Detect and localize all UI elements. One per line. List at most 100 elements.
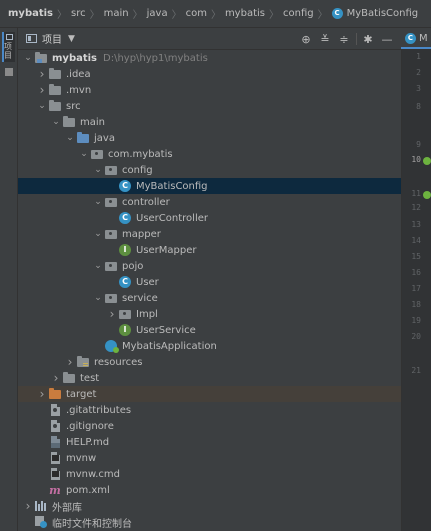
chevron-down-icon[interactable]: ⌄ [92, 261, 104, 271]
tree-node[interactable]: ⌄ main [18, 114, 401, 130]
chevron-right-icon[interactable]: › [106, 307, 118, 321]
line-number: 2 [416, 68, 421, 77]
excluded-folder-icon [48, 387, 62, 401]
chevron-down-icon[interactable]: ⌄ [36, 101, 48, 111]
breadcrumb-separator: 〉 [317, 10, 328, 21]
chevron-down-icon[interactable]: ⌄ [50, 117, 62, 127]
tree-node[interactable]: .gitattributes [18, 402, 401, 418]
chevron-down-icon[interactable]: ⌄ [92, 229, 104, 239]
tree-node[interactable]: I UserMapper [18, 242, 401, 258]
tree-node-label: UserController [136, 212, 208, 224]
chevron-right-icon[interactable]: › [64, 355, 76, 369]
tree-node-label: mapper [122, 228, 161, 240]
chevron-right-icon[interactable]: › [22, 499, 34, 513]
tree-node[interactable]: › resources [18, 354, 401, 370]
expand-all-icon[interactable]: ≚ [317, 31, 333, 47]
package-icon [104, 291, 118, 305]
package-icon [104, 163, 118, 177]
panel-title[interactable]: 项目 [42, 31, 62, 46]
tree-node[interactable]: C User [18, 274, 401, 290]
line-number: 1 [416, 52, 421, 61]
tree-node[interactable]: › test [18, 370, 401, 386]
chevron-right-icon[interactable]: › [36, 387, 48, 401]
tree-node-label: UserMapper [136, 244, 197, 256]
markdown-file-icon [48, 435, 62, 449]
class-icon: C [118, 211, 132, 225]
tree-node[interactable]: › 外部库 [18, 498, 401, 514]
view-mode-dropdown-icon[interactable]: ▼ [68, 34, 75, 44]
tree-node[interactable]: mvnw.cmd [18, 466, 401, 482]
tree-node[interactable]: ⌄ controller [18, 194, 401, 210]
locate-icon[interactable]: ⊕ [298, 31, 314, 47]
package-icon [104, 195, 118, 209]
breadcrumb-item[interactable]: java [147, 8, 168, 19]
tree-node[interactable]: ⌄ config [18, 162, 401, 178]
tree-node[interactable]: C UserController [18, 210, 401, 226]
breadcrumb-separator: 〉 [57, 10, 68, 21]
tree-node[interactable]: C MyBatisConfig [18, 178, 401, 194]
tree-node-label: mybatis [52, 52, 98, 64]
chevron-down-icon[interactable]: ⌄ [78, 149, 90, 159]
folder-icon [62, 371, 76, 385]
tree-node-label: target [66, 388, 97, 400]
tree-node[interactable]: ⌄ com.mybatis [18, 146, 401, 162]
chevron-down-icon[interactable]: ⌄ [22, 53, 34, 63]
tree-node[interactable]: m pom.xml [18, 482, 401, 498]
editor-tab[interactable]: C M [401, 28, 431, 50]
tree-node-label: User [136, 276, 159, 288]
settings-gear-icon[interactable]: ✱ [360, 31, 376, 47]
spring-bean-gutter-icon[interactable] [423, 157, 431, 165]
tree-node[interactable]: ⌄ service [18, 290, 401, 306]
chevron-right-icon[interactable]: › [36, 67, 48, 81]
tree-node[interactable]: ⌄ java [18, 130, 401, 146]
tree-node[interactable]: ⌄ mybatis D:\hyp\hyp1\mybatis [18, 50, 401, 66]
chevron-down-icon[interactable]: ⌄ [92, 293, 104, 303]
source-folder-icon [76, 131, 90, 145]
breadcrumb-item[interactable]: com [186, 8, 207, 19]
project-tool-window-tab[interactable]: 项目 [2, 32, 15, 62]
chevron-down-icon[interactable]: ⌄ [92, 197, 104, 207]
structure-tool-icon[interactable] [5, 68, 13, 76]
chevron-right-icon[interactable]: › [50, 371, 62, 385]
chevron-down-icon[interactable]: ⌄ [64, 133, 76, 143]
class-icon: C [331, 8, 343, 19]
breadcrumb-item[interactable]: MyBatisConfig [347, 8, 419, 19]
line-number: 9 [416, 140, 421, 149]
hide-icon[interactable]: — [379, 31, 395, 47]
chevron-down-icon[interactable]: ⌄ [92, 165, 104, 175]
line-number: 18 [411, 300, 421, 309]
tree-node[interactable]: ⌄ src [18, 98, 401, 114]
breadcrumb-item[interactable]: mybatis [8, 8, 53, 19]
tree-node-label: .mvn [66, 84, 92, 96]
breadcrumb-item[interactable]: src [71, 8, 86, 19]
chevron-right-icon[interactable]: › [36, 83, 48, 97]
breadcrumb-item[interactable]: config [283, 8, 314, 19]
tree-node-label: config [122, 164, 153, 176]
tree-node[interactable]: HELP.md [18, 434, 401, 450]
package-icon [104, 227, 118, 241]
tree-node-label: mvnw.cmd [66, 468, 121, 480]
tree-node[interactable]: › Impl [18, 306, 401, 322]
breadcrumb-item[interactable]: main [104, 8, 129, 19]
tree-node[interactable]: › target [18, 386, 401, 402]
line-number: 17 [411, 284, 421, 293]
tree-node-label: MybatisApplication [122, 340, 217, 352]
tree-node[interactable]: ⌄ mapper [18, 226, 401, 242]
tree-node[interactable]: › .idea [18, 66, 401, 82]
tree-node[interactable]: › .mvn [18, 82, 401, 98]
line-number: 8 [416, 102, 421, 111]
tree-node[interactable]: .gitignore [18, 418, 401, 434]
tree-node[interactable]: 临时文件和控制台 [18, 514, 401, 530]
line-number: 13 [411, 220, 421, 229]
tree-node[interactable]: ⌄ pojo [18, 258, 401, 274]
breadcrumb-item[interactable]: mybatis [225, 8, 265, 19]
tree-node[interactable]: mvnw [18, 450, 401, 466]
folder-icon [48, 83, 62, 97]
tree-node[interactable]: MybatisApplication [18, 338, 401, 354]
tree-node-label: resources [94, 356, 143, 368]
spring-bean-gutter-icon[interactable] [423, 191, 431, 199]
collapse-all-icon[interactable]: ≑ [336, 31, 352, 47]
tree-node[interactable]: I UserService [18, 322, 401, 338]
git-file-icon [48, 403, 62, 417]
module-folder-icon [34, 51, 48, 65]
